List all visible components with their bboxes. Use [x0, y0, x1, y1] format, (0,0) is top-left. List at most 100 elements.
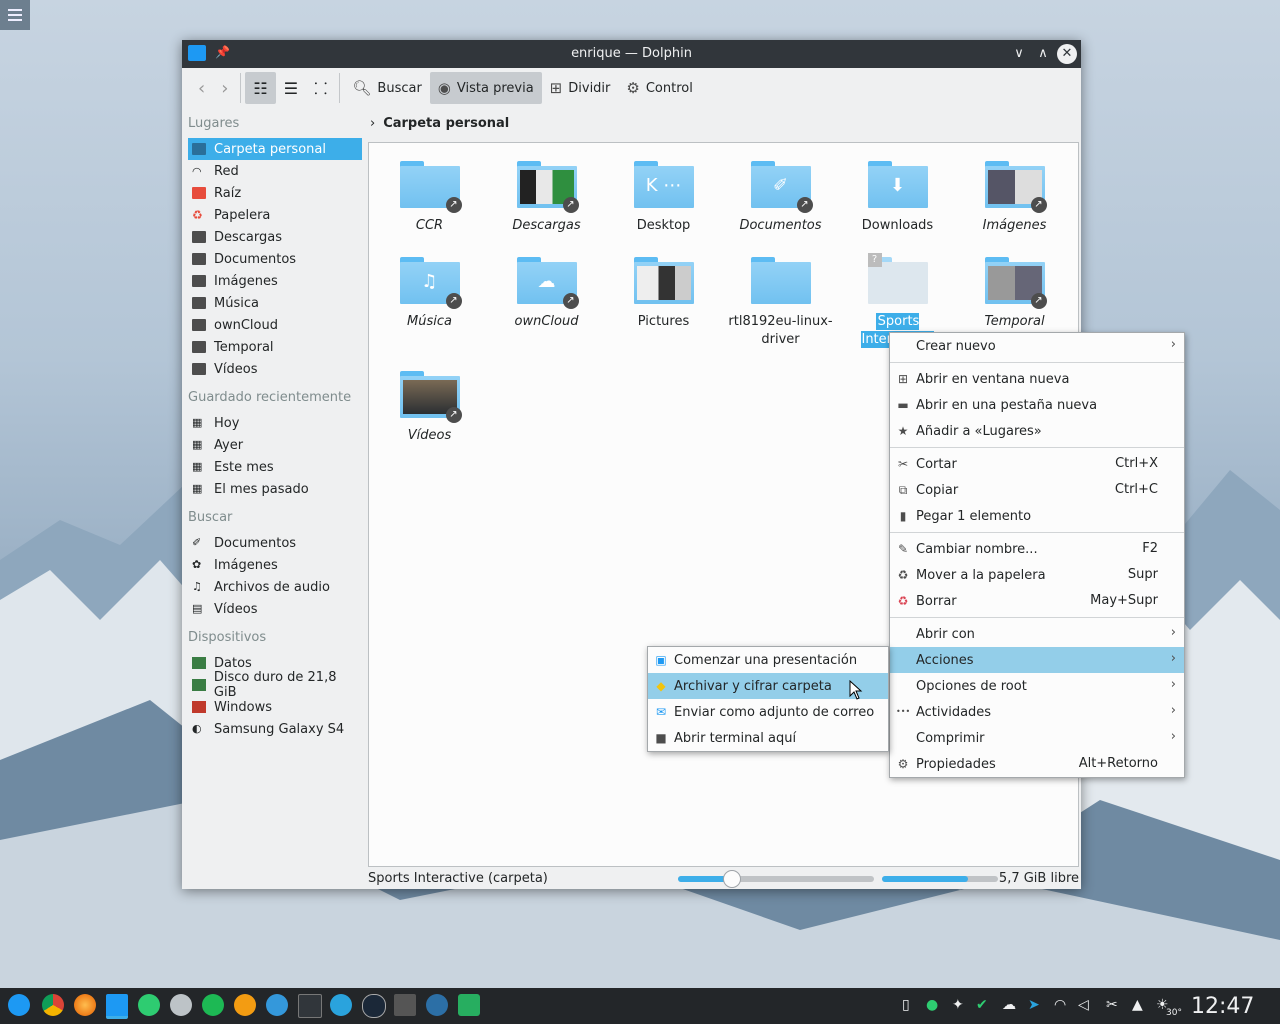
kde-launcher-icon[interactable] [8, 994, 30, 1016]
sidebar-item-videos[interactable]: Vídeos [188, 358, 362, 380]
sidebar-item-imagenes[interactable]: Imágenes [188, 270, 362, 292]
zoom-slider[interactable] [678, 870, 874, 888]
menu-item[interactable]: ✎ Cambiar nombre... F2 [890, 536, 1184, 562]
minimize-icon[interactable]: ∨ [1009, 44, 1029, 64]
wifi-icon[interactable]: ◠ [1054, 997, 1066, 1013]
file-item-downloads[interactable]: ⬇ Downloads [839, 143, 956, 235]
file-item-descargas[interactable]: ↗ Descargas [488, 143, 605, 235]
desktop-menu-button[interactable] [0, 0, 30, 30]
menu-item[interactable]: Crear nuevo › [890, 333, 1184, 359]
sidebar-item-descargas[interactable]: Descargas [188, 226, 362, 248]
arrow-up-icon[interactable]: ▲ [1132, 997, 1143, 1013]
scissors-tray-icon[interactable]: ✂ [1106, 997, 1118, 1013]
sidebar-item-search-audio[interactable]: ♫ Archivos de audio [188, 576, 362, 598]
sidebar-item-musica[interactable]: Música [188, 292, 362, 314]
arrow-left-icon: ‹ [198, 77, 206, 99]
sidebar-item-temporal[interactable]: Temporal [188, 336, 362, 358]
preview-button[interactable]: ◉ Vista previa [429, 72, 542, 104]
file-item-rtl8192eu[interactable]: rtl8192eu-linux-driver [722, 239, 839, 349]
telegram-icon[interactable] [330, 994, 352, 1016]
sidebar-item-samsung[interactable]: ◐ Samsung Galaxy S4 [188, 718, 362, 740]
menu-item[interactable]: ▮ Pegar 1 elemento [890, 503, 1184, 529]
sidebar-item-este-mes[interactable]: ▦ Este mes [188, 456, 362, 478]
control-button[interactable]: ⚙ Control [618, 72, 700, 104]
menu-item[interactable]: ★ Añadir a «Lugares» [890, 418, 1184, 444]
sidebar-item-ayer[interactable]: ▦ Ayer [188, 434, 362, 456]
menu-item[interactable]: Abrir con › [890, 621, 1184, 647]
maximize-icon[interactable]: ∧ [1033, 44, 1053, 64]
cloud-icon[interactable]: ☁ [1002, 997, 1016, 1013]
menu-item[interactable]: Acciones › [890, 647, 1184, 673]
close-icon[interactable]: ✕ [1057, 44, 1077, 64]
sidebar-item-mes-pasado[interactable]: ▦ El mes pasado [188, 478, 362, 500]
details-view-button[interactable]: ⸬ [306, 72, 335, 104]
sidebar-item-search-documentos[interactable]: ✐ Documentos [188, 532, 362, 554]
control-label: Control [645, 80, 693, 96]
file-item-musica[interactable]: ♫ ↗ Música [371, 239, 488, 331]
clock[interactable]: 12:47 [1191, 994, 1254, 1019]
file-item-desktop[interactable]: K ⋯ Desktop [605, 143, 722, 235]
telegram-tray-icon[interactable]: ➤ [1028, 997, 1040, 1013]
forward-button[interactable]: › [213, 72, 236, 104]
file-item-owncloud[interactable]: ☁ ↗ ownCloud [488, 239, 605, 331]
sidebar-item-trash[interactable]: ♻ Papelera [188, 204, 362, 226]
sidebar-item-disco[interactable]: Disco duro de 21,8 GiB [188, 670, 362, 700]
bluetooth-icon[interactable]: ✦ [952, 997, 964, 1013]
sidebar-item-network[interactable]: ◠ Red [188, 160, 362, 182]
menu-item[interactable]: ✉ Enviar como adjunto de correo [648, 699, 888, 725]
menu-item[interactable]: ⚙ Propiedades Alt+Retorno [890, 751, 1184, 777]
file-item-ccr[interactable]: ↗ CCR [371, 143, 488, 235]
file-item-temporal[interactable]: ↗ Temporal [956, 239, 1073, 331]
chrome-icon[interactable] [42, 994, 64, 1016]
title-bar[interactable]: 📌 enrique — Dolphin ∨ ∧ ✕ [182, 40, 1081, 68]
shield-icon: ◆ [656, 679, 666, 693]
sidebar-item-search-videos[interactable]: ▤ Vídeos [188, 598, 362, 620]
steam-icon[interactable] [362, 994, 386, 1018]
context-menu: Crear nuevo › ⊞ Abrir en ventana nueva ▬ Abri… [889, 332, 1185, 778]
menu-item[interactable]: ♻ Mover a la papelera Supr [890, 562, 1184, 588]
dolphin-icon[interactable] [106, 994, 128, 1019]
volume-icon[interactable]: ◁ [1078, 997, 1089, 1013]
menu-item[interactable]: ⊞ Abrir en ventana nueva [890, 366, 1184, 392]
phone-icon[interactable]: ▯ [902, 997, 910, 1013]
menu-item[interactable]: ✂ Cortar Ctrl+X [890, 451, 1184, 477]
ghost-tray-icon[interactable]: ● [926, 997, 938, 1013]
menu-item[interactable]: ▬ Abrir en una pestaña nueva [890, 392, 1184, 418]
menu-item[interactable]: Opciones de root › [890, 673, 1184, 699]
user-icon[interactable] [394, 994, 416, 1016]
file-item-pictures[interactable]: Pictures [605, 239, 722, 331]
settings-icon[interactable] [170, 994, 192, 1016]
sidebar-item-home[interactable]: Carpeta personal [188, 138, 362, 160]
screenshot-icon[interactable] [458, 994, 480, 1016]
back-button[interactable]: ‹ [190, 72, 213, 104]
menu-item[interactable]: ■ Abrir terminal aquí [648, 725, 888, 751]
sidebar-item-root[interactable]: Raíz [188, 182, 362, 204]
icons-view-button[interactable]: ☷ [245, 72, 276, 104]
file-item-imagenes[interactable]: ↗ Imágenes [956, 143, 1073, 235]
search-button[interactable]: 🔍︎ Buscar [344, 72, 429, 104]
terminal-icon[interactable] [298, 994, 322, 1018]
zoom-slider-handle[interactable] [722, 870, 741, 888]
music-player-icon[interactable] [234, 994, 256, 1016]
menu-item[interactable]: ♻ Borrar May+Supr [890, 588, 1184, 614]
breadcrumb[interactable]: › Carpeta personal [370, 116, 509, 131]
sidebar-item-search-imagenes[interactable]: ✿ Imágenes [188, 554, 362, 576]
spotify-icon[interactable] [202, 994, 224, 1016]
browser-icon[interactable] [266, 994, 288, 1016]
breadcrumb-item[interactable]: Carpeta personal [383, 116, 509, 131]
vpn-icon[interactable] [426, 994, 448, 1016]
sidebar-item-documentos[interactable]: Documentos [188, 248, 362, 270]
menu-item[interactable]: ••• Actividades › [890, 699, 1184, 725]
menu-item[interactable]: ▣ Comenzar una presentación [648, 647, 888, 673]
menu-item[interactable]: Comprimir › [890, 725, 1184, 751]
file-item-documentos[interactable]: ✐ ↗ Documentos [722, 143, 839, 235]
sidebar-item-hoy[interactable]: ▦ Hoy [188, 412, 362, 434]
firefox-icon[interactable] [74, 994, 96, 1016]
check-icon[interactable]: ✔ [976, 997, 988, 1013]
split-button[interactable]: ⊞ Dividir [542, 72, 619, 104]
menu-item[interactable]: ⧉ Copiar Ctrl+C [890, 477, 1184, 503]
compact-view-button[interactable]: ☰ [276, 72, 306, 104]
ghost-icon[interactable] [138, 994, 160, 1016]
sidebar-item-owncloud[interactable]: ownCloud [188, 314, 362, 336]
file-item-videos[interactable]: ↗ Vídeos [371, 353, 488, 445]
